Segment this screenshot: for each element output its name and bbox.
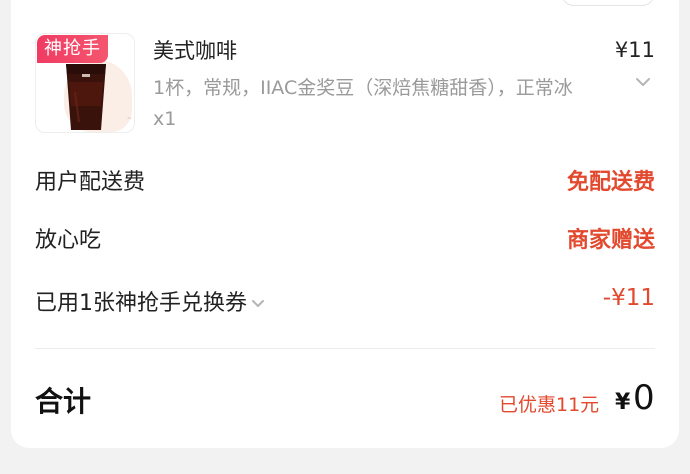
top-pill-button[interactable]	[561, 0, 655, 6]
assurance-value: 商家赠送	[566, 228, 655, 253]
product-quantity: x1	[153, 108, 177, 130]
discount-saved-text: 已优惠11元	[499, 394, 600, 416]
order-summary-card: ~ 神抢手 美式咖啡 ¥11 1杯，常规，IIAC金奖豆（深焙焦糖甜香），正常冰…	[11, 0, 679, 448]
coupon-label: 已用1张神抢手兑换券	[35, 291, 247, 316]
assurance-label: 放心吃	[35, 228, 102, 253]
chevron-down-icon[interactable]	[251, 299, 265, 309]
product-description: 1杯，常规，IIAC金奖豆（深焙焦糖甜香），正常冰	[153, 77, 573, 99]
coupon-row[interactable]: 已用1张神抢手兑换券	[35, 285, 265, 317]
divider	[35, 348, 655, 349]
iced-coffee-cup-icon	[66, 64, 106, 130]
delivery-fee-label: 用户配送费	[35, 170, 146, 195]
promo-tag: 神抢手	[37, 35, 108, 63]
image-watermark: ~	[126, 115, 132, 122]
total-amount: 0	[633, 378, 655, 418]
total-currency: ¥	[615, 390, 631, 415]
product-price: ¥11	[614, 38, 655, 62]
product-name: 美式咖啡	[153, 39, 237, 63]
delivery-fee-value: 免配送费	[566, 170, 655, 195]
chevron-down-icon[interactable]	[635, 76, 651, 88]
coupon-value: -¥11	[602, 285, 655, 311]
total-label: 合计	[35, 385, 92, 418]
